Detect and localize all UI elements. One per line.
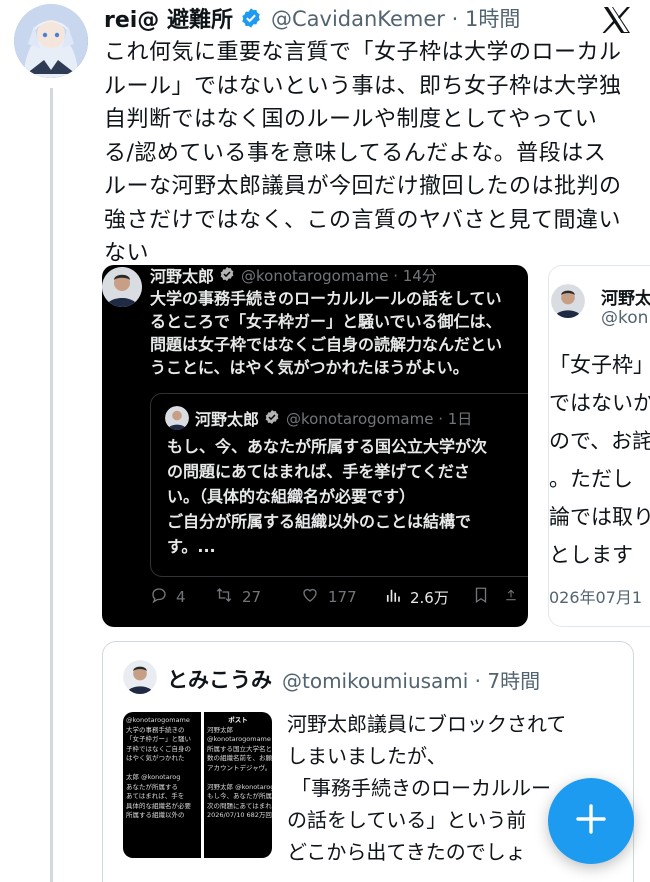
share-icon (504, 585, 518, 609)
embed-avatar (102, 267, 142, 307)
tweet-text-line: る/認めている事を意味してるんだよな。普段はス (104, 140, 607, 166)
thumb-text-line: 子枠ではなくご自身の (126, 744, 191, 753)
thumb-title: ポスト (228, 716, 248, 724)
embedded-screenshot-2[interactable]: 河野太 @kon 「女子枠」 ではないか ので、お詫 。ただし 論では取り とし… (548, 265, 650, 627)
embed-stats-row: 4 27 177 2.6万 (150, 585, 520, 609)
thumb-text-line: もし今、あなたが所属する国 (207, 792, 272, 800)
verified-badge-icon (240, 7, 262, 33)
like-stat: 177 (300, 586, 384, 608)
embed-quote-line: もし、今、あなたが所属する国公立大学が次 (167, 437, 488, 456)
tweet-text-line: ルーな河野太郎議員が今回だけ撤回したのは批判の (104, 174, 622, 199)
thumb-text-line (126, 764, 198, 774)
author-handle-time: @CavidanKemer · 1時間 (270, 7, 521, 31)
bar-chart-icon (384, 586, 402, 608)
thumb-text-line: アカウントデジャヴ。 (207, 763, 272, 772)
quoted-thumbnail-right: ポスト 河野太郎 @konotarogomame 所属する国立大学名と廃止すべき… (204, 712, 272, 858)
thread-line (50, 88, 53, 882)
heart-icon (300, 586, 320, 608)
views-stat: 2.6万 (384, 586, 470, 608)
thumb-text-line: 具体的な組織名が必要 (126, 801, 191, 810)
thumb-text-line (207, 773, 269, 783)
quoted-handle-time: @tomikoumiusami · 7時間 (282, 668, 541, 693)
verified-badge-icon (219, 266, 235, 286)
embed-handle-time: @konotarogomame · 14分 (241, 266, 437, 285)
embed-quote-line: い。（具体的な組織名が必要です） (167, 487, 416, 506)
embed-quote-avatar (165, 406, 189, 430)
tweet-text: これ何気に重要な言質で「女子枠は大学のローカル ルール」ではないという事は、即ち… (104, 36, 644, 271)
quoted-avatar (123, 660, 157, 694)
thumb-text-line: はやく気がつかれた (126, 754, 185, 762)
reply-stat: 4 (150, 586, 214, 608)
embed-quote-line: す。... (167, 537, 216, 556)
embed-quote-handle-time: @konotarogomame · 1日 (286, 409, 473, 428)
embed2-handle: @kon (601, 308, 649, 328)
compose-button[interactable] (548, 778, 634, 864)
like-count: 177 (328, 588, 357, 606)
embed2-date: 026年07月1 (549, 588, 643, 607)
embed-text-line: 大学の事務手続きのローカルルールの話をしてい (150, 289, 502, 308)
embed-quote-author: 河野太郎 (195, 410, 260, 429)
thumb-text-line: あてはまれば、手を (126, 792, 185, 800)
embed2-text-line: ので、お詫 (549, 429, 650, 453)
tweet-text-line: 強さだけではなく、この言質のヤバさと見て間違い (104, 207, 622, 233)
thumb-text-line: あなたが所属する (126, 782, 178, 791)
reply-count: 4 (176, 588, 186, 606)
embed-quote-text: もし、今、あなたが所属する国公立大学が次 の問題にあてはまれば、手を挙げてくださ… (167, 434, 527, 559)
embed2-text: 「女子枠」 ではないか ので、お詫 。ただし 論では取り とします (549, 346, 650, 574)
thumb-text-line: 所属する組織以外の (126, 811, 185, 819)
thumb-text-line: @konotarogomame (207, 735, 271, 743)
embed-text-line: るところで「女子枠ガー」と騒いでいる御仁は、 (150, 312, 502, 331)
quoted-thumbnail-left: @konotarogomame 大学の事務手続きの 「女子枠ガー」と騒い 子枠で… (123, 712, 201, 858)
embed2-text-line: 「女子枠」 (549, 353, 650, 377)
thumb-text-line: 太郎 @konotarog (126, 773, 181, 781)
thumb-text-line: 所属する国立大学名と廃止すべき (207, 744, 272, 753)
tweet-text-line: これ何気に重要な言質で「女子枠は大学のローカル (104, 40, 622, 65)
thumb-text-line: 河野太郎 (207, 725, 233, 734)
quoted-author-name: とみこうみ (167, 668, 272, 692)
thumb-text-line: 次の問題にあてはまれば… (207, 801, 272, 810)
embed-quote-card: 河野太郎 @konotarogomame · 1日 もし、今、あなたが所属する国… (150, 393, 528, 577)
tweet-text-line: ルール」ではないという事は、即ち女子枠は大学独 (104, 73, 622, 99)
quoted-tweet-card[interactable]: とみこうみ @tomikoumiusami · 7時間 @konotarogom… (102, 641, 634, 882)
embed-quote-line: ご自分が所属する組織以外のことは結構で (167, 512, 472, 531)
embed-text-line: うことに、はやく気がつかれたほうがよい。 (150, 358, 469, 377)
thumb-text-line: 数の組織名前を、お願いします。 (207, 754, 272, 762)
x-logo-icon[interactable] (602, 6, 632, 38)
embedded-screenshot-1[interactable]: 河野太郎 @konotarogomame · 14分 大学の事務手続きのローカル… (102, 265, 528, 627)
embed2-author-name: 河野太 (601, 289, 650, 309)
embed-text-line: 問題は女子枠ではなくご自身の読解力なんだとい (150, 335, 503, 354)
embed2-avatar (551, 284, 585, 318)
embed2-text-line: 論では取り (549, 505, 650, 529)
embed-author-name: 河野太郎 (150, 267, 215, 286)
embed-text: 大学の事務手続きのローカルルールの話をしてい るところで「女子枠ガー」と騒いでい… (150, 287, 528, 379)
embed2-text-line: ではないか (549, 391, 650, 415)
author-name[interactable]: rei@ 避難所 (104, 2, 233, 34)
bookmark-icon (472, 585, 490, 609)
quoted-text-line: 河野太郎議員にブロックされて (287, 712, 567, 736)
thumb-text-line: 「女子枠ガー」と騒い (126, 735, 191, 743)
reply-icon (150, 586, 168, 608)
plus-icon (574, 802, 608, 840)
avatar[interactable] (14, 4, 88, 78)
thumb-text-line: 2026/07/10 682万回表示 (207, 811, 272, 819)
retweet-icon (214, 586, 234, 608)
quoted-text-line: しまいましたが、 (287, 744, 447, 768)
retweet-stat: 27 (214, 586, 300, 608)
thumb-text-line: @konotarogomame (126, 716, 190, 724)
tweet-text-line: 自判断ではなく国のルールや制度としてやってい (104, 107, 598, 132)
embed2-text-line: とします (549, 543, 633, 567)
verified-badge-icon (264, 409, 280, 429)
thumb-text-line: 大学の事務手続きの (126, 725, 185, 734)
thumb-text-line: 河野太郎 @konotarogomame · 2 (207, 782, 272, 791)
retweet-count: 27 (242, 588, 262, 606)
embed2-text-line: 。ただし (549, 467, 633, 491)
views-count: 2.6万 (410, 588, 449, 607)
embed-quote-line: の問題にあてはまれば、手を挙げてくださ (167, 462, 470, 481)
